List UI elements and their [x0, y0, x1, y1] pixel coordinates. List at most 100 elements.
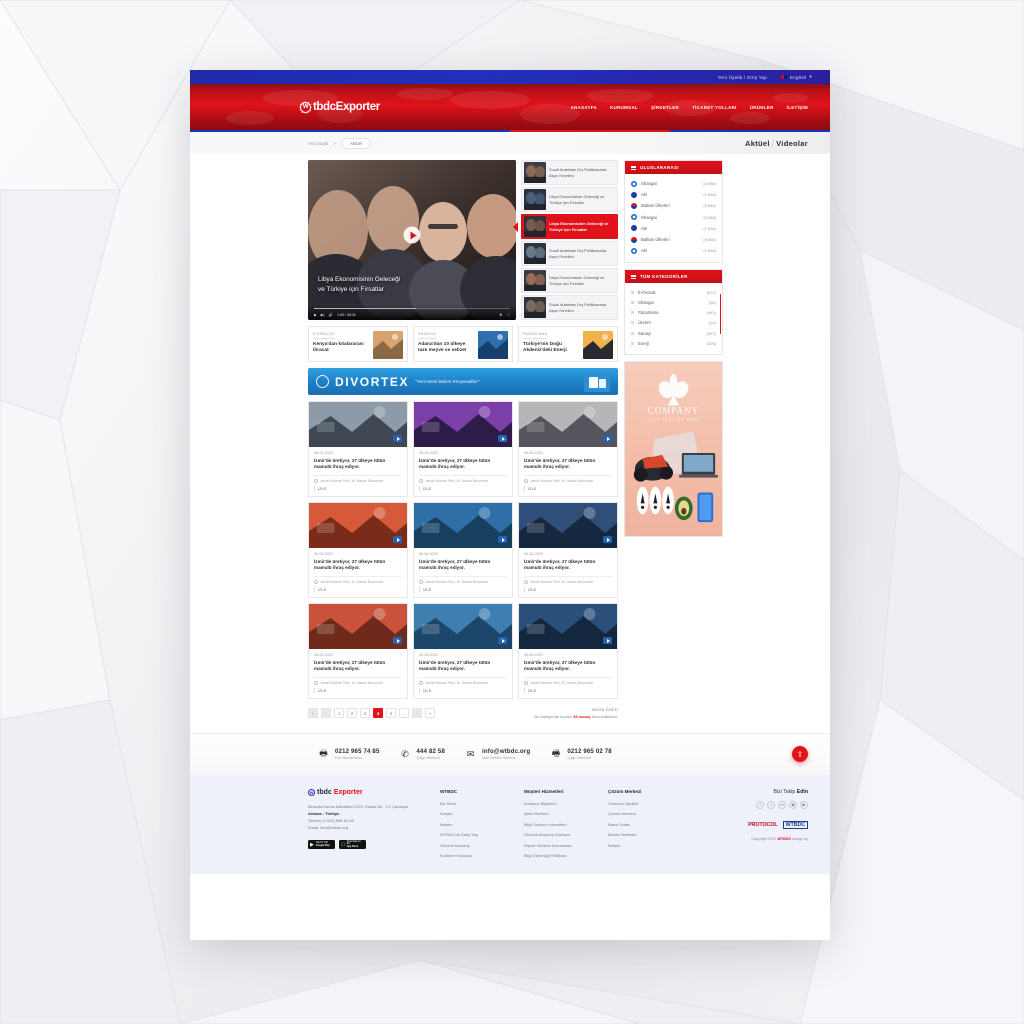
play-icon[interactable]: [498, 637, 507, 644]
video-card-thumbnail[interactable]: [309, 402, 407, 447]
contact-item[interactable]: ✉ info@wtbdc.org Mail Destek Sistemi: [455, 741, 540, 767]
footer-logo[interactable]: W tbdc Exporter: [308, 788, 426, 796]
playlist-item[interactable]: Suudi Arabistan Dış Politikasında Asya Y…: [521, 295, 618, 320]
play-button[interactable]: [403, 226, 421, 244]
footer-link[interactable]: Kişisel Verilerin Korunması: [524, 843, 594, 848]
pagination-prev[interactable]: ‹: [321, 708, 331, 719]
volume-icon[interactable]: 🔊: [328, 313, 332, 317]
international-row[interactable]: Shangai (2.548): [631, 212, 716, 223]
contact-item[interactable]: 🖷 0212 965 02 78 Çağrı Merkezi: [540, 741, 622, 767]
video-card-thumbnail[interactable]: [519, 402, 617, 447]
nav-item-anasayfa[interactable]: ANASAYFA: [571, 105, 598, 110]
scroll-to-top-button[interactable]: ⇧: [792, 746, 808, 762]
nav-item-iletisim[interactable]: İLETİŞİM: [787, 105, 808, 110]
video-player[interactable]: Libya Ekonomisinin Geleceği ve Türkiye i…: [308, 160, 516, 320]
play-icon[interactable]: [393, 637, 402, 644]
video-card[interactable]: 06.06.2022 İzmir'de üretiyor, 27 ülkeye …: [413, 401, 513, 497]
pagination-last[interactable]: »: [425, 708, 436, 719]
video-card-title[interactable]: İzmir'de üretiyor, 27 ülkeye tütün mamul…: [419, 660, 507, 673]
app-store-badge[interactable]:  Download on the App Store: [339, 840, 366, 850]
highlight-card[interactable]: E-İHRACAT Kenya'dan kıtalararası ihracat: [308, 326, 408, 362]
category-row[interactable]: Shangai (26): [631, 298, 716, 308]
pagination-page-2[interactable]: 2: [347, 708, 357, 719]
pagination[interactable]: « ‹ 1 2 3 4 5 … › » SAYFA ÖZETİ Bu kateg…: [308, 708, 618, 719]
international-row[interactable]: AB (1.694): [631, 189, 716, 200]
footer-link[interactable]: Kariyer: [440, 811, 510, 816]
category-row[interactable]: E-İhracat (971): [631, 287, 716, 297]
category-row[interactable]: Üretim (14): [631, 318, 716, 328]
video-card-title[interactable]: İzmir'de üretiyor, 27 ülkeye tütün mamul…: [419, 559, 507, 572]
video-card-watch-link[interactable]: İZLE: [524, 688, 612, 693]
video-controls[interactable]: ▶ ▶| 🔊 1:00 / 40:31 ⚙ ⛶: [308, 305, 516, 320]
international-row[interactable]: AB (1.694): [631, 245, 716, 256]
footer-link[interactable]: Bilgi Güvenliği Politikası: [524, 853, 594, 858]
video-card-thumbnail[interactable]: [414, 503, 512, 548]
breadcrumb[interactable]: Ana Sayfa > Aktüel: [308, 137, 372, 149]
language-label[interactable]: English: [790, 75, 806, 80]
international-row[interactable]: AB (1.694): [631, 223, 716, 234]
video-card-thumbnail[interactable]: [519, 503, 617, 548]
footer-link[interactable]: Kullanım Kılavuzu: [440, 853, 510, 858]
video-card-thumbnail[interactable]: [309, 503, 407, 548]
fullscreen-icon[interactable]: ⛶: [507, 313, 510, 317]
playlist-item[interactable]: Libya Ekonomisinin Geleceği ve Türkiye i…: [521, 214, 618, 239]
gear-icon[interactable]: ⚙: [499, 313, 502, 317]
next-icon[interactable]: ▶|: [321, 313, 325, 317]
footer-link[interactable]: Çözüm merkezi: [608, 811, 678, 816]
play-icon[interactable]: [603, 536, 612, 543]
highlight-card[interactable]: SHANGAI Adana'dan 10 ülkeye taze meyve v…: [413, 326, 513, 362]
google-play-badge[interactable]: ▶ GET IT ON Google Play: [308, 840, 335, 850]
play-icon[interactable]: ▶: [314, 313, 317, 317]
video-card-watch-link[interactable]: İZLE: [314, 688, 402, 693]
language-switcher[interactable]: English ▾: [781, 74, 812, 80]
video-card[interactable]: 06.06.2022 İzmir'de üretiyor, 27 ülkeye …: [518, 401, 618, 497]
video-card-thumbnail[interactable]: [414, 402, 512, 447]
facebook-icon[interactable]: f: [756, 800, 764, 809]
video-card-title[interactable]: İzmir'de üretiyor, 27 ülkeye tütün mamul…: [314, 660, 402, 673]
footer-link[interactable]: Basın Odası: [608, 822, 678, 827]
pagination-page-3[interactable]: 3: [360, 708, 370, 719]
video-card-title[interactable]: İzmir'de üretiyor, 27 ülkeye tütün mamul…: [314, 559, 402, 572]
video-card-thumbnail[interactable]: [309, 604, 407, 649]
youtube-icon[interactable]: ▶: [800, 800, 808, 809]
footer-link[interactable]: Bilgi Toplumu Hizmetleri: [524, 822, 594, 827]
playlist-item[interactable]: Suudi Arabistan Dış Politikasında Asya Y…: [521, 241, 618, 266]
video-playlist[interactable]: Suudi Arabistan Dış Politikasında Asya Y…: [521, 160, 618, 320]
pagination-page-4-current[interactable]: 4: [373, 708, 383, 719]
app-store-badges[interactable]: ▶ GET IT ON Google Play  Download on th…: [308, 840, 426, 850]
video-card[interactable]: 06.06.2022 İzmir'de üretiyor, 27 ülkeye …: [518, 502, 618, 598]
play-icon[interactable]: [393, 435, 402, 442]
playlist-item[interactable]: Libya Ekonomisinin Geleceği ve Türkiye i…: [521, 187, 618, 212]
highlight-card[interactable]: PAZARLAMA Türkiye'nin Doğu Akdeniz'deki …: [518, 326, 618, 362]
footer-link[interactable]: Güvenli Alışveriş: [440, 843, 510, 848]
footer-link[interactable]: İletişim: [440, 822, 510, 827]
play-icon[interactable]: [393, 536, 402, 543]
site-logo[interactable]: W tbdcExporter: [300, 101, 380, 113]
breadcrumb-home[interactable]: Ana Sayfa: [308, 141, 328, 146]
instagram-icon[interactable]: ◉: [789, 800, 797, 809]
advertisement-banner[interactable]: DIVORTEX "Yeni Nesil Bakım Kimyasalları": [308, 368, 618, 395]
video-card-watch-link[interactable]: İZLE: [419, 587, 507, 592]
category-row[interactable]: Enerji (325): [631, 338, 716, 348]
video-card[interactable]: 06.06.2022 İzmir'de üretiyor, 27 ülkeye …: [518, 603, 618, 699]
footer-link[interactable]: İşlem Rehberi: [524, 811, 594, 816]
footer-column-wtbdc-links[interactable]: Biz Kimiz Kariyer İletişim WTBDC'de Satış Y…: [440, 801, 510, 859]
footer-link[interactable]: Bizden Haberler: [608, 832, 678, 837]
widget-categories-title[interactable]: TÜM KATEGORİLER: [625, 270, 722, 284]
pagination-first[interactable]: «: [308, 708, 318, 719]
footer-link[interactable]: Güvenli Alışveriş Kılavuzu: [524, 832, 594, 837]
video-card-watch-link[interactable]: İZLE: [419, 486, 507, 491]
nav-item-urunler[interactable]: ÜRÜNLER: [750, 105, 774, 110]
contact-item[interactable]: 🖶 0212 965 74 85 Fax Numaramız: [308, 741, 390, 767]
play-icon[interactable]: [498, 435, 507, 442]
video-card-title[interactable]: İzmir'de üretiyor, 27 ülkeye tütün mamul…: [419, 458, 507, 471]
international-row[interactable]: Balkan Ülkeleri (9.854): [631, 200, 716, 211]
pagination-page-5[interactable]: 5: [386, 708, 396, 719]
video-card[interactable]: 06.06.2022 İzmir'de üretiyor, 27 ülkeye …: [308, 603, 408, 699]
pagination-next[interactable]: ›: [412, 708, 423, 719]
video-card[interactable]: 06.06.2022 İzmir'de üretiyor, 27 ülkeye …: [308, 401, 408, 497]
video-card-thumbnail[interactable]: [414, 604, 512, 649]
video-card-thumbnail[interactable]: [519, 604, 617, 649]
video-controls-right[interactable]: ⚙ ⛶: [499, 313, 510, 317]
footer-link[interactable]: Kullanıcı Bilgilerim: [524, 801, 594, 806]
